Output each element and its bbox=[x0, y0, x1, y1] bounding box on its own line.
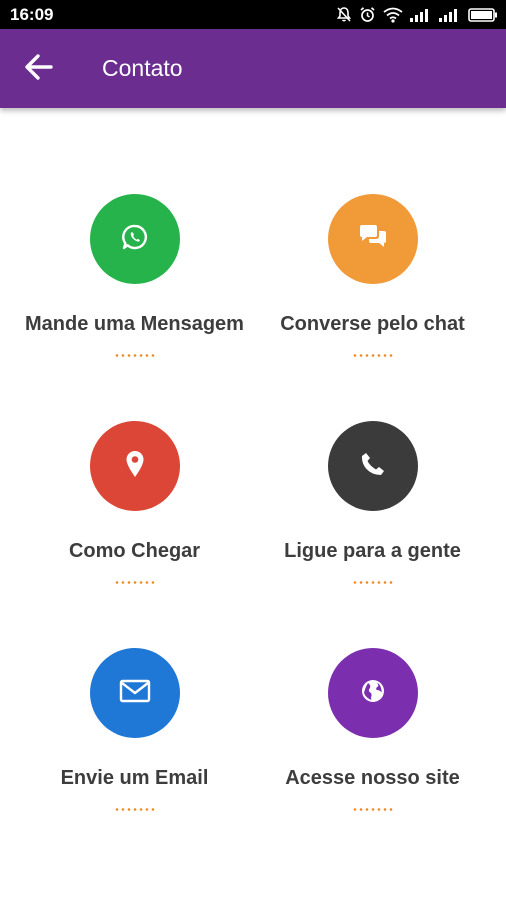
alarm-icon bbox=[359, 6, 376, 23]
contact-option-email[interactable]: Envie um Email bbox=[8, 648, 261, 848]
orange-dots-divider bbox=[113, 354, 156, 357]
envelope-icon bbox=[119, 679, 151, 708]
back-button[interactable] bbox=[16, 49, 62, 89]
contact-label: Mande uma Mensagem bbox=[25, 313, 244, 335]
whatsapp-button-circle[interactable] bbox=[89, 194, 180, 284]
phone-button-circle[interactable] bbox=[327, 421, 418, 511]
app-bar: Contato bbox=[0, 29, 506, 108]
contact-label: Ligue para a gente bbox=[284, 540, 461, 562]
orange-dots-divider bbox=[113, 581, 156, 584]
contact-label: Como Chegar bbox=[68, 540, 201, 562]
contact-option-website[interactable]: Acesse nosso site bbox=[246, 648, 499, 848]
battery-icon bbox=[468, 7, 498, 22]
status-time: 16:09 bbox=[10, 5, 54, 24]
orange-dots-divider bbox=[113, 808, 156, 811]
contact-option-whatsapp[interactable]: Mande uma Mensagem bbox=[8, 194, 261, 394]
contact-option-phone[interactable]: Ligue para a gente bbox=[246, 421, 499, 621]
map-pin-icon bbox=[125, 450, 145, 483]
signal-icon bbox=[439, 8, 461, 22]
phone-icon bbox=[360, 451, 386, 482]
email-button-circle[interactable] bbox=[89, 648, 180, 738]
contact-option-chat[interactable]: Converse pelo chat bbox=[246, 194, 499, 394]
whatsapp-icon bbox=[121, 223, 149, 256]
orange-dots-divider bbox=[351, 808, 394, 811]
page-title: Contato bbox=[102, 55, 183, 81]
globe-icon bbox=[359, 677, 387, 710]
contact-label: Envie um Email bbox=[60, 767, 209, 789]
signal-icon bbox=[410, 8, 432, 22]
orange-dots-divider bbox=[351, 581, 394, 584]
chat-bubbles-icon bbox=[358, 224, 388, 255]
status-icons bbox=[336, 4, 498, 25]
contact-option-directions[interactable]: Como Chegar bbox=[8, 421, 261, 621]
orange-dots-divider bbox=[351, 354, 394, 357]
status-bar: 16:09 bbox=[0, 0, 506, 29]
contact-label: Acesse nosso site bbox=[285, 767, 460, 789]
directions-button-circle[interactable] bbox=[89, 421, 180, 511]
bell-off-icon bbox=[336, 6, 352, 23]
arrow-left-icon bbox=[24, 53, 54, 86]
wifi-icon bbox=[383, 7, 403, 23]
contact-label: Converse pelo chat bbox=[280, 313, 465, 335]
chat-button-circle[interactable] bbox=[327, 194, 418, 284]
contact-options-grid: Mande uma Mensagem Converse pelo chat Co bbox=[0, 108, 506, 900]
website-button-circle[interactable] bbox=[327, 648, 418, 738]
